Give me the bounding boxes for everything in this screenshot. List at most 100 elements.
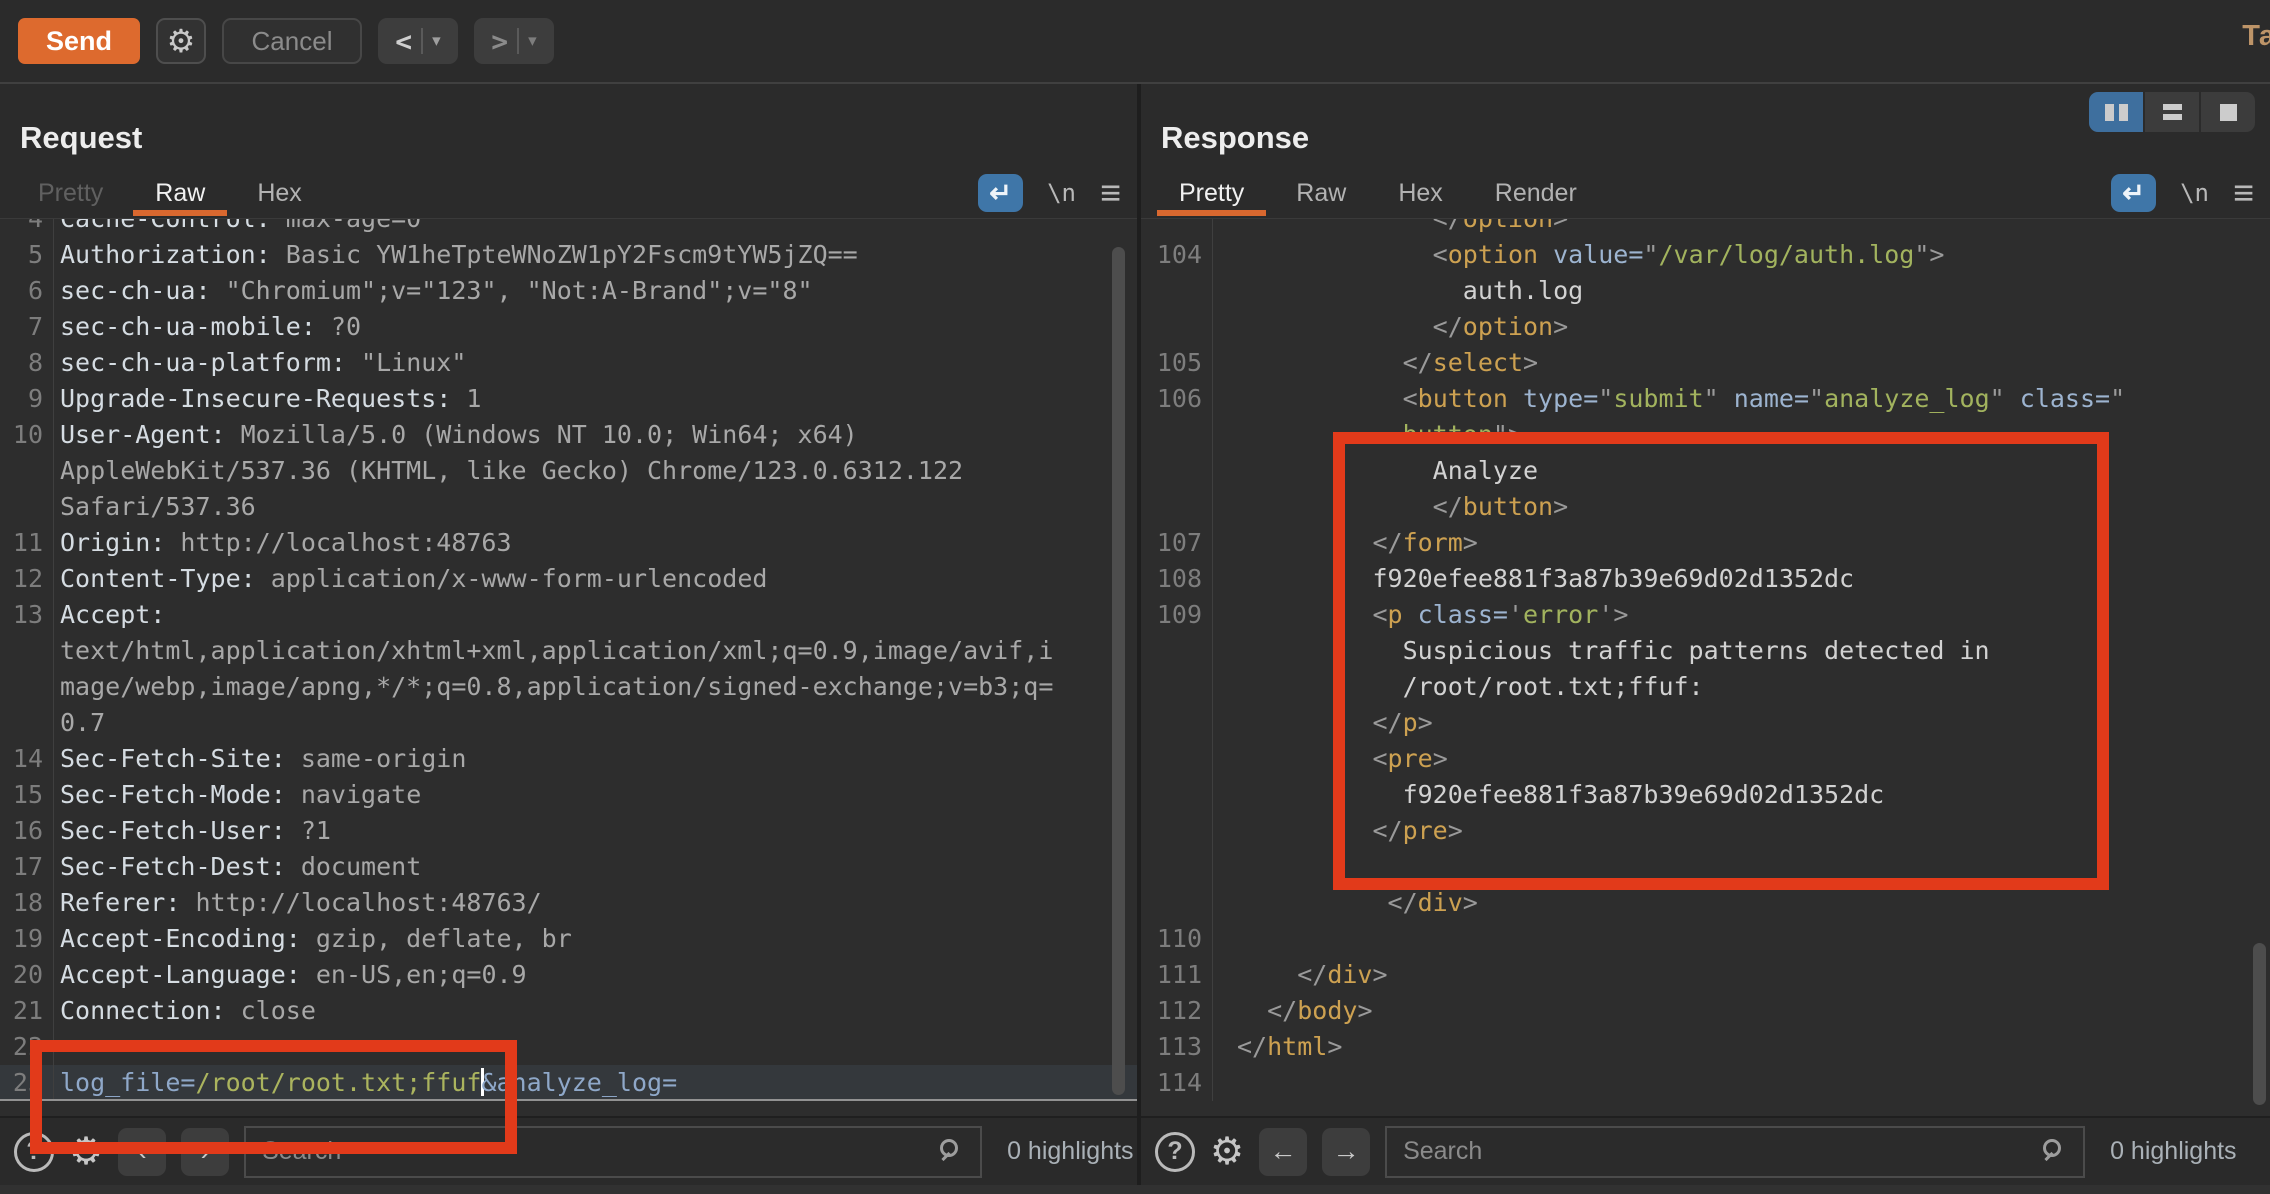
find-next-button[interactable]: → xyxy=(1322,1128,1370,1176)
code-line[interactable]: 114 xyxy=(1141,1065,2270,1101)
code-text: sec-ch-ua: "Chromium";v="123", "Not:A-Br… xyxy=(54,273,1137,309)
line-number: 114 xyxy=(1141,1065,1213,1101)
code-line[interactable]: 5Authorization: Basic YW1heTpteWNoZW1pY2… xyxy=(0,237,1137,273)
code-text: <button type="submit" name="analyze_log"… xyxy=(1213,381,2270,417)
line-number: 14 xyxy=(0,741,54,777)
line-number: 10 xyxy=(0,417,54,453)
request-scrollbar[interactable] xyxy=(1112,247,1125,1095)
request-tab-raw[interactable]: Raw xyxy=(129,170,231,216)
response-search-input[interactable] xyxy=(1385,1126,2085,1178)
code-line[interactable]: 7sec-ch-ua-mobile: ?0 xyxy=(0,309,1137,345)
line-number: 19 xyxy=(0,921,54,957)
request-editor[interactable]: 4Cache-Control: max-age=05Authorization:… xyxy=(0,218,1137,1116)
code-text xyxy=(1213,921,2270,957)
code-line[interactable]: 105 </select> xyxy=(1141,345,2270,381)
chevron-down-icon[interactable]: ▾ xyxy=(528,31,537,51)
line-number: 11 xyxy=(0,525,54,561)
word-wrap-icon[interactable]: ↵ xyxy=(2111,174,2156,212)
code-line[interactable]: auth.log xyxy=(1141,273,2270,309)
code-line[interactable]: 6sec-ch-ua: "Chromium";v="123", "Not:A-B… xyxy=(0,273,1137,309)
code-line[interactable]: </div> xyxy=(1141,885,2270,921)
code-line[interactable]: AppleWebKit/537.36 (KHTML, like Gecko) C… xyxy=(0,453,1137,489)
code-line[interactable]: 20Accept-Language: en-US,en;q=0.9 xyxy=(0,957,1137,993)
line-number: 8 xyxy=(0,345,54,381)
response-scrollbar[interactable] xyxy=(2253,943,2266,1105)
code-line[interactable]: 19Accept-Encoding: gzip, deflate, br xyxy=(0,921,1137,957)
line-number: 104 xyxy=(1141,237,1213,273)
send-settings-button[interactable]: ⚙ xyxy=(156,18,206,64)
code-text: Content-Type: application/x-www-form-url… xyxy=(54,561,1137,597)
request-tab-pretty[interactable]: Pretty xyxy=(12,170,129,216)
code-text: AppleWebKit/537.36 (KHTML, like Gecko) C… xyxy=(54,453,1137,489)
code-line[interactable]: 113</html> xyxy=(1141,1029,2270,1065)
editor-menu-icon[interactable]: ≡ xyxy=(1100,172,1121,214)
window-bottom-strip xyxy=(0,1185,2270,1194)
show-newlines-icon[interactable]: \n xyxy=(2180,179,2209,207)
history-forward-button[interactable]: > ▾ xyxy=(474,18,554,64)
search-icon xyxy=(2043,1139,2069,1165)
line-number: 109 xyxy=(1141,597,1213,633)
code-text: </body> xyxy=(1213,993,2270,1029)
line-number xyxy=(1141,705,1213,741)
code-line[interactable]: 104 <option value="/var/log/auth.log"> xyxy=(1141,237,2270,273)
code-line[interactable]: mage/webp,image/apng,*/*;q=0.8,applicati… xyxy=(0,669,1137,705)
code-line[interactable]: 15Sec-Fetch-Mode: navigate xyxy=(0,777,1137,813)
single-pane-icon xyxy=(2220,104,2237,121)
line-number: 111 xyxy=(1141,957,1213,993)
code-line[interactable]: 17Sec-Fetch-Dest: document xyxy=(0,849,1137,885)
line-number: 105 xyxy=(1141,345,1213,381)
code-line[interactable]: 11Origin: http://localhost:48763 xyxy=(0,525,1137,561)
cancel-button[interactable]: Cancel xyxy=(222,18,362,64)
history-back-button[interactable]: < ▾ xyxy=(378,18,458,64)
response-tab-render[interactable]: Render xyxy=(1469,170,1603,216)
code-line[interactable]: Safari/537.36 xyxy=(0,489,1137,525)
code-text: </select> xyxy=(1213,345,2270,381)
chevron-down-icon[interactable]: ▾ xyxy=(432,31,441,51)
response-tab-raw[interactable]: Raw xyxy=(1270,170,1372,216)
editor-menu-icon[interactable]: ≡ xyxy=(2233,172,2254,214)
word-wrap-icon[interactable]: ↵ xyxy=(978,174,1023,212)
code-line[interactable]: 9Upgrade-Insecure-Requests: 1 xyxy=(0,381,1137,417)
code-line[interactable]: 10User-Agent: Mozilla/5.0 (Windows NT 10… xyxy=(0,417,1137,453)
line-number xyxy=(0,705,54,741)
layout-single-button[interactable] xyxy=(2201,92,2255,132)
code-line[interactable]: 13Accept: xyxy=(0,597,1137,633)
code-text: </option> xyxy=(1213,309,2270,345)
line-number: 18 xyxy=(0,885,54,921)
find-previous-button[interactable]: ← xyxy=(1259,1128,1307,1176)
code-line[interactable]: 110 xyxy=(1141,921,2270,957)
line-number xyxy=(1141,849,1213,885)
line-number: 112 xyxy=(1141,993,1213,1029)
code-line[interactable]: 0.7 xyxy=(0,705,1137,741)
line-number: 7 xyxy=(0,309,54,345)
code-text: mage/webp,image/apng,*/*;q=0.8,applicati… xyxy=(54,669,1137,705)
code-text: text/html,application/xhtml+xml,applicat… xyxy=(54,633,1137,669)
code-line[interactable]: 4Cache-Control: max-age=0 xyxy=(0,218,1137,237)
code-line[interactable]: 14Sec-Fetch-Site: same-origin xyxy=(0,741,1137,777)
help-icon[interactable]: ? xyxy=(1155,1132,1195,1172)
response-tab-hex[interactable]: Hex xyxy=(1372,170,1468,216)
code-line[interactable]: </option> xyxy=(1141,309,2270,345)
send-button[interactable]: Send xyxy=(18,18,140,64)
code-line[interactable]: 112 </body> xyxy=(1141,993,2270,1029)
highlight-box-request-body xyxy=(30,1040,517,1154)
code-line[interactable]: 8sec-ch-ua-platform: "Linux" xyxy=(0,345,1137,381)
code-text: Connection: close xyxy=(54,993,1137,1029)
request-panel: Request Pretty Raw Hex ↵ \n ≡ 4Cache-Con… xyxy=(0,84,1137,1194)
search-settings-gear-icon[interactable]: ⚙ xyxy=(1210,1129,1244,1174)
code-line[interactable]: 106 <button type="submit" name="analyze_… xyxy=(1141,381,2270,417)
code-line[interactable]: 16Sec-Fetch-User: ?1 xyxy=(0,813,1137,849)
layout-rows-button[interactable] xyxy=(2145,92,2199,132)
show-newlines-icon[interactable]: \n xyxy=(1047,179,1076,207)
request-tab-hex[interactable]: Hex xyxy=(231,170,327,216)
layout-columns-button[interactable] xyxy=(2089,92,2143,132)
response-tab-pretty[interactable]: Pretty xyxy=(1153,170,1270,216)
code-line[interactable]: 12Content-Type: application/x-www-form-u… xyxy=(0,561,1137,597)
code-line[interactable]: 111 </div> xyxy=(1141,957,2270,993)
code-line[interactable]: text/html,application/xhtml+xml,applicat… xyxy=(0,633,1137,669)
target-label: Ta xyxy=(2242,20,2270,53)
code-line[interactable]: 18Referer: http://localhost:48763/ xyxy=(0,885,1137,921)
code-line[interactable]: </option> xyxy=(1141,218,2270,237)
code-text: <option value="/var/log/auth.log"> xyxy=(1213,237,2270,273)
code-line[interactable]: 21Connection: close xyxy=(0,993,1137,1029)
